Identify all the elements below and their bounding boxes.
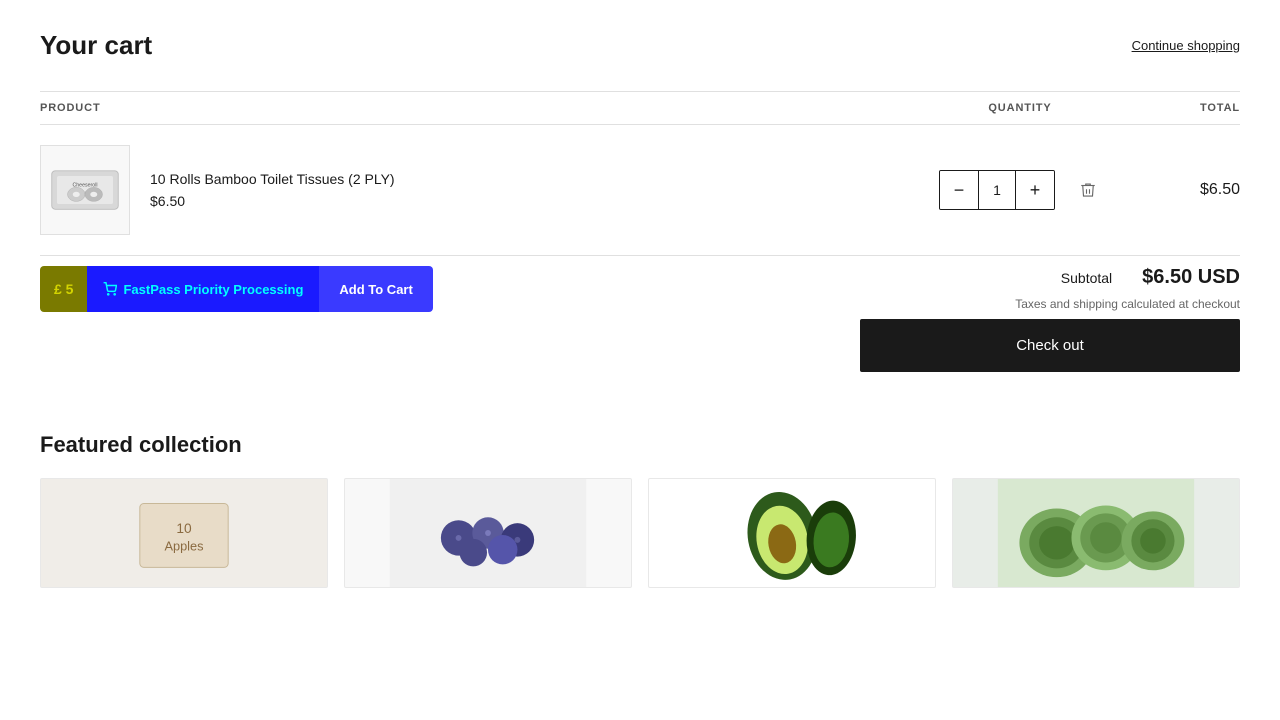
product-card-avocado[interactable]: [648, 478, 936, 588]
item-details: 10 Rolls Bamboo Toilet Tissues (2 PLY) $…: [150, 171, 395, 209]
product-card-cabbage[interactable]: [952, 478, 1240, 588]
col-product-label: PRODUCT: [40, 102, 920, 114]
action-section: £ 5 FastPass Priority Processing Add To …: [40, 256, 1240, 412]
quantity-stepper: − 1 +: [939, 170, 1055, 210]
item-total: $6.50: [1120, 181, 1240, 199]
product-card-apples[interactable]: 10 Apples: [40, 478, 328, 588]
item-image: Cheeseroll BAMBOO: [40, 145, 130, 235]
cart-icon: [103, 282, 117, 296]
featured-section: Featured collection 10 Apples: [40, 412, 1240, 608]
fastpass-widget: £ 5 FastPass Priority Processing Add To …: [40, 266, 433, 312]
fastpass-badge: £ 5: [40, 266, 87, 312]
increase-quantity-button[interactable]: +: [1016, 171, 1054, 209]
decrease-quantity-button[interactable]: −: [940, 171, 978, 209]
apples-image: 10 Apples: [41, 479, 327, 587]
item-info: Cheeseroll BAMBOO 10 Rolls Bamboo Toilet…: [40, 145, 920, 235]
quantity-value: 1: [978, 171, 1016, 209]
checkout-area: Subtotal $6.50 USD Taxes and shipping ca…: [860, 266, 1240, 372]
subtotal-row: Subtotal $6.50 USD: [1061, 266, 1240, 289]
fastpass-label: FastPass Priority Processing: [87, 266, 319, 312]
svg-text:Apples: Apples: [165, 539, 204, 554]
page-title: Your cart: [40, 30, 152, 61]
fastpass-label-text: FastPass Priority Processing: [123, 282, 303, 297]
avocado-image: [649, 479, 935, 587]
delete-item-button[interactable]: [1075, 177, 1101, 203]
subtotal-value: $6.50 USD: [1142, 266, 1240, 289]
cart-column-headers: PRODUCT QUANTITY TOTAL: [40, 91, 1240, 125]
checkout-button[interactable]: Check out: [860, 319, 1240, 372]
col-quantity-label: QUANTITY: [920, 102, 1120, 114]
product-image-svg: Cheeseroll BAMBOO: [50, 160, 120, 220]
cabbage-image: [953, 479, 1239, 587]
tax-note: Taxes and shipping calculated at checkou…: [1015, 297, 1240, 311]
col-total-label: TOTAL: [1120, 102, 1240, 114]
subtotal-label: Subtotal: [1061, 270, 1112, 286]
item-price: $6.50: [150, 193, 395, 209]
featured-grid: 10 Apples: [40, 478, 1240, 588]
trash-icon: [1079, 181, 1097, 199]
continue-shopping-link[interactable]: Continue shopping: [1132, 38, 1240, 53]
product-card-blueberries[interactable]: [344, 478, 632, 588]
blueberries-image: [345, 479, 631, 587]
item-name: 10 Rolls Bamboo Toilet Tissues (2 PLY): [150, 171, 395, 187]
cart-item: Cheeseroll BAMBOO 10 Rolls Bamboo Toilet…: [40, 125, 1240, 256]
quantity-area: − 1 +: [920, 170, 1120, 210]
fastpass-add-to-cart-button[interactable]: Add To Cart: [319, 266, 432, 312]
svg-text:10: 10: [176, 521, 192, 536]
featured-title: Featured collection: [40, 432, 1240, 458]
